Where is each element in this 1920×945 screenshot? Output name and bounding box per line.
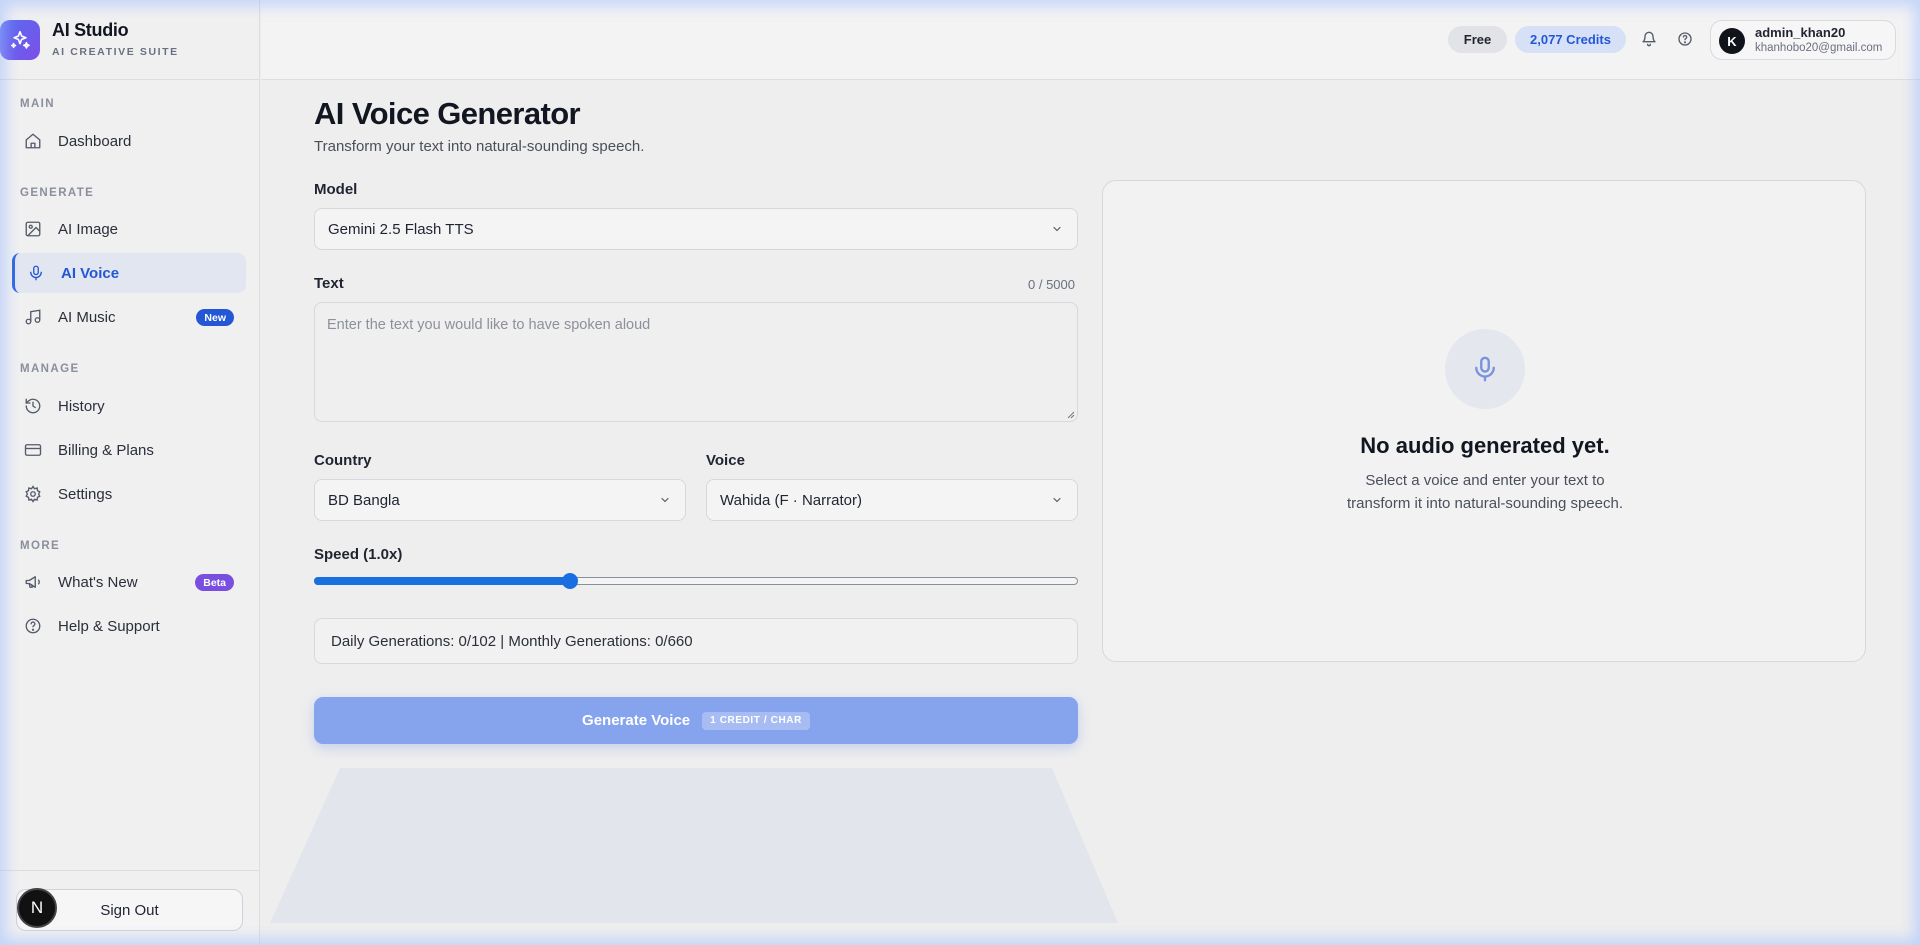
sidebar-item-label: AI Voice	[61, 264, 120, 282]
bell-icon[interactable]	[1640, 30, 1658, 48]
country-select[interactable]: BD Bangla	[314, 479, 686, 521]
empty-state-title: No audio generated yet.	[1360, 433, 1610, 458]
credits-badge[interactable]: 2,077 Credits	[1515, 26, 1626, 53]
beta-badge: Beta	[195, 574, 234, 591]
sidebar-item-label: Billing & Plans	[58, 441, 154, 459]
avatar[interactable]: N	[17, 888, 57, 928]
brand-title: AI Studio	[52, 20, 129, 40]
credit-card-icon	[24, 441, 42, 459]
country-select-value: BD Bangla	[328, 491, 400, 509]
result-panel: No audio generated yet. Select a voice a…	[1102, 180, 1866, 662]
section-label-main: MAIN	[20, 98, 55, 110]
mic-icon	[1445, 329, 1525, 409]
sidebar-item-label: What's New	[58, 573, 138, 591]
model-select-value: Gemini 2.5 Flash TTS	[328, 220, 474, 238]
chevron-down-icon	[1053, 497, 1061, 503]
sidebar-item-label: Settings	[58, 485, 113, 503]
sidebar-item-label: AI Image	[58, 220, 119, 238]
generation-stats: Daily Generations: 0/102 | Monthly Gener…	[314, 618, 1078, 664]
user-email: khanhobo20@gmail.com	[1755, 42, 1883, 54]
section-label-more: MORE	[20, 540, 61, 552]
chevron-down-icon	[1053, 226, 1061, 232]
help-circle-icon[interactable]	[1676, 30, 1694, 48]
speed-label: Speed (1.0x)	[314, 546, 403, 563]
mic-icon	[27, 264, 45, 282]
slider-fill	[314, 577, 570, 585]
megaphone-icon	[24, 573, 42, 591]
speed-slider[interactable]	[314, 573, 1078, 589]
user-avatar: K	[1719, 28, 1745, 54]
generate-voice-button[interactable]: Generate Voice 1 CREDIT / CHAR	[314, 697, 1078, 744]
page-title: AI Voice Generator	[314, 96, 581, 131]
sidebar: AI Studio AI CREATIVE SUITE MAIN Dashboa…	[0, 0, 260, 945]
sidebar-item-settings[interactable]: Settings	[12, 474, 246, 514]
page-subtitle: Transform your text into natural-soundin…	[314, 138, 645, 155]
text-input[interactable]	[314, 302, 1078, 422]
plan-badge[interactable]: Free	[1448, 26, 1507, 53]
resize-handle-icon[interactable]	[1067, 411, 1075, 419]
image-icon	[24, 220, 42, 238]
sidebar-item-dashboard[interactable]: Dashboard	[12, 121, 246, 161]
sidebar-item-label: Help & Support	[58, 617, 160, 635]
decorative-shape	[270, 768, 1118, 923]
char-counter: 0 / 5000	[1028, 277, 1075, 292]
home-icon	[24, 132, 42, 150]
voice-label: Voice	[706, 452, 745, 469]
sidebar-item-ai-image[interactable]: AI Image	[12, 209, 246, 249]
sidebar-item-ai-voice[interactable]: AI Voice	[12, 253, 246, 293]
brand-subtitle: AI CREATIVE SUITE	[52, 46, 179, 58]
sidebar-item-ai-music[interactable]: AI Music New	[12, 297, 246, 337]
user-name: admin_khan20	[1755, 25, 1846, 40]
sidebar-item-label: Dashboard	[58, 132, 132, 150]
slider-thumb[interactable]	[561, 573, 578, 589]
gear-icon	[24, 485, 42, 503]
brand: AI Studio AI CREATIVE SUITE	[0, 0, 260, 80]
sidebar-item-billing[interactable]: Billing & Plans	[12, 430, 246, 470]
sidebar-item-history[interactable]: History	[12, 386, 246, 426]
country-label: Country	[314, 452, 372, 469]
text-label: Text	[314, 275, 344, 292]
sidebar-item-help[interactable]: Help & Support	[12, 606, 246, 646]
model-label: Model	[314, 181, 358, 198]
new-badge: New	[196, 309, 234, 326]
sidebar-item-whats-new[interactable]: What's New Beta	[12, 562, 246, 602]
generate-button-label: Generate Voice	[582, 712, 691, 729]
model-select[interactable]: Gemini 2.5 Flash TTS	[314, 208, 1078, 250]
credit-cost-tag: 1 CREDIT / CHAR	[702, 711, 810, 730]
section-label-manage: MANAGE	[20, 363, 80, 375]
music-icon	[24, 308, 42, 326]
top-header: Free 2,077 Credits K admin_khan20 khanho…	[261, 0, 1920, 80]
history-icon	[24, 397, 42, 415]
empty-state-description: Select a voice and enter your text to tr…	[1347, 472, 1623, 512]
section-label-generate: GENERATE	[20, 187, 95, 199]
voice-select-value: Wahida (F · Narrator)	[720, 491, 862, 509]
sidebar-item-label: History	[58, 397, 105, 415]
sparkles-logo-icon[interactable]	[0, 20, 40, 60]
chevron-down-icon	[661, 497, 669, 503]
voice-select[interactable]: Wahida (F · Narrator)	[706, 479, 1078, 521]
sidebar-item-label: AI Music	[58, 308, 116, 326]
user-menu[interactable]: K admin_khan20 khanhobo20@gmail.com	[1710, 20, 1896, 60]
help-circle-icon	[24, 617, 42, 635]
